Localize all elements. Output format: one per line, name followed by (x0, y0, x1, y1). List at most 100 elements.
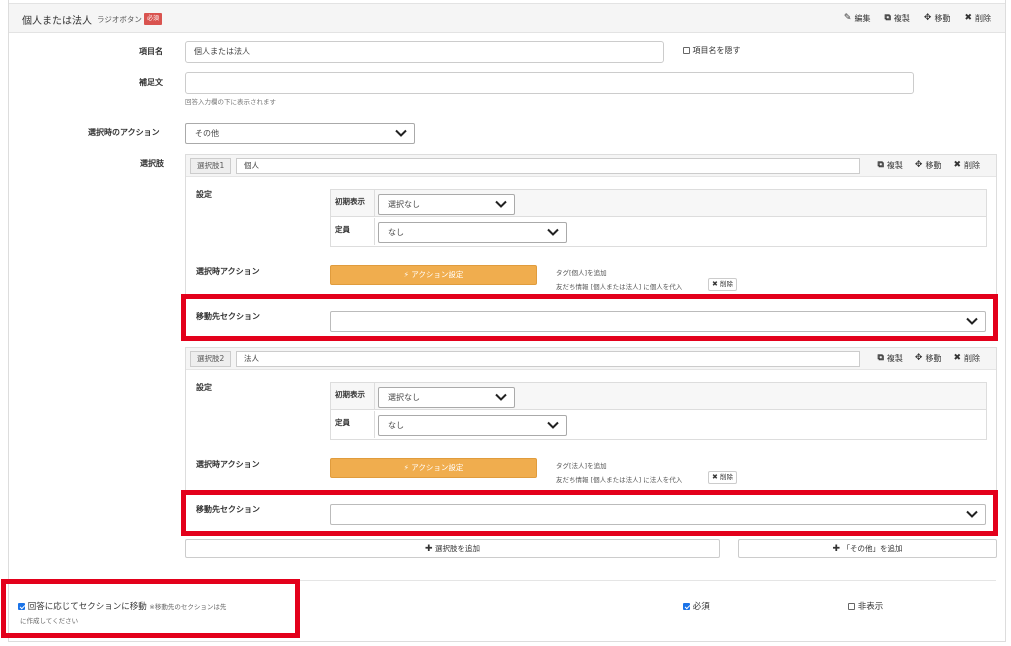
action-note-tag: タグ[個人]を追加 (556, 269, 607, 277)
choices-label: 選択肢 (140, 159, 164, 168)
chevron-down-icon (547, 228, 559, 236)
required-checkbox[interactable] (683, 603, 690, 610)
choice-delete-button[interactable]: ✖ 削除 (953, 160, 980, 171)
choice-name-input[interactable]: 法人 (236, 351, 860, 367)
close-icon: ✖ (953, 353, 961, 363)
move-icon: ✥ (923, 13, 932, 23)
supplement-input[interactable] (185, 72, 914, 94)
capacity-label: 定員 (335, 418, 350, 427)
choice-panel-2: 選択肢2 法人 ⧉ 複製 ✥ 移動 ✖ 削除 設定 初期表示 選択なし 定員 なし 選… (185, 347, 997, 533)
action-note-friend: 友だち情報 [個人または法人] に法人を代入 (556, 476, 683, 484)
bolt-icon: ⚡ (403, 463, 409, 472)
action-delete-chip[interactable]: ✖ 削除 (708, 278, 737, 291)
move-icon: ✥ (914, 353, 923, 363)
choice-actions: ⧉ 複製 ✥ 移動 ✖ 削除 (877, 160, 980, 171)
dest-section-label: 移動先セクション (196, 312, 260, 321)
plus-icon: ✚ (832, 544, 841, 554)
pencil-icon: ✎ (843, 13, 852, 23)
capacity-label: 定員 (335, 225, 350, 234)
initial-display-select[interactable]: 選択なし (378, 194, 515, 215)
jump-section-option[interactable]: 回答に応じてセクションに移動 ※移動先のセクションは先 (18, 600, 226, 612)
hide-label-checkbox[interactable] (683, 47, 690, 54)
choice-move-button[interactable]: ✥ 移動 (915, 353, 942, 364)
choice-header: 選択肢2 法人 ⧉ 複製 ✥ 移動 ✖ 削除 (186, 348, 996, 370)
card-header: 個人または法人 ラジオボタン 必須 ✎ 編集 ⧉ 複製 ✥ 移動 ✖ 削除 (9, 3, 1005, 33)
chevron-down-icon (495, 393, 507, 401)
initial-display-select[interactable]: 選択なし (378, 387, 515, 408)
grid-divider (374, 218, 375, 245)
capacity-row: 定員 なし (331, 411, 986, 438)
choice-actions: ⧉ 複製 ✥ 移動 ✖ 削除 (877, 353, 980, 364)
action-label: 選択時アクション (196, 460, 260, 469)
capacity-select[interactable]: なし (378, 222, 567, 243)
move-button[interactable]: ✥ 移動 (924, 13, 951, 24)
hide-label-option[interactable]: 項目名を隠す (683, 45, 741, 56)
grid-divider (374, 190, 375, 216)
initial-display-label: 初期表示 (335, 390, 365, 399)
grid-divider (374, 411, 375, 438)
action-settings-button[interactable]: ⚡ アクション設定 (330, 458, 537, 478)
settings-label: 設定 (196, 383, 212, 392)
delete-button[interactable]: ✖ 削除 (964, 13, 991, 24)
action-delete-chip[interactable]: ✖ 削除 (708, 471, 737, 484)
item-name-input[interactable]: 個人または法人 (185, 41, 664, 63)
copy-icon: ⧉ (877, 160, 884, 170)
action-note-tag: タグ[法人]を追加 (556, 462, 607, 470)
initial-display-row: 初期表示 選択なし (331, 383, 986, 410)
choice-name-input[interactable]: 個人 (236, 158, 860, 174)
choice-tag: 選択肢1 (190, 158, 232, 174)
capacity-select[interactable]: なし (378, 415, 567, 436)
action-note-friend: 友だち情報 [個人または法人] に個人を代入 (556, 283, 683, 291)
chevron-down-icon (966, 510, 978, 518)
settings-grid: 初期表示 選択なし 定員 なし (330, 382, 987, 440)
required-badge: 必須 (144, 13, 163, 25)
choice-header: 選択肢1 個人 ⧉ 複製 ✥ 移動 ✖ 削除 (186, 155, 996, 177)
bolt-icon: ⚡ (403, 270, 409, 279)
hidden-option[interactable]: 非表示 (848, 600, 883, 612)
action-settings-button[interactable]: ⚡ アクション設定 (330, 265, 537, 285)
initial-display-label: 初期表示 (335, 197, 365, 206)
close-icon: ✖ (712, 280, 718, 288)
capacity-row: 定員 なし (331, 218, 986, 245)
chevron-down-icon (547, 421, 559, 429)
move-icon: ✥ (914, 160, 923, 170)
dest-section-label: 移動先セクション (196, 505, 260, 514)
chevron-down-icon (495, 200, 507, 208)
add-other-button[interactable]: ✚ 「その他」を追加 (738, 539, 997, 558)
copy-icon: ⧉ (877, 353, 884, 363)
copy-icon: ⧉ (884, 13, 891, 23)
choice-tag: 選択肢2 (190, 351, 232, 367)
choice-copy-button[interactable]: ⧉ 複製 (877, 160, 902, 171)
add-choice-button[interactable]: ✚ 選択肢を追加 (185, 539, 720, 558)
header-actions: ✎ 編集 ⧉ 複製 ✥ 移動 ✖ 削除 (844, 13, 991, 24)
question-title: 個人または法人 (22, 16, 92, 27)
initial-display-row: 初期表示 選択なし (331, 190, 986, 217)
settings-grid: 初期表示 選択なし 定員 なし (330, 189, 987, 247)
dest-section-select[interactable] (330, 311, 986, 332)
jump-section-checkbox[interactable] (18, 603, 25, 610)
close-icon: ✖ (712, 473, 718, 481)
chevron-down-icon (966, 317, 978, 325)
copy-button[interactable]: ⧉ 複製 (884, 13, 909, 24)
item-name-label: 項目名 (139, 47, 163, 56)
choice-panel-1: 選択肢1 個人 ⧉ 複製 ✥ 移動 ✖ 削除 設定 初期表示 選択なし 定員 なし 選… (185, 154, 997, 340)
select-action-label: 選択時のアクション (88, 128, 160, 137)
choice-delete-button[interactable]: ✖ 削除 (953, 353, 980, 364)
close-icon: ✖ (953, 160, 961, 170)
supplement-hint: 回答入力欄の下に表示されます (185, 98, 276, 106)
jump-section-note: に作成してください (20, 617, 79, 625)
choice-move-button[interactable]: ✥ 移動 (915, 160, 942, 171)
dest-section-select[interactable] (330, 504, 986, 525)
grid-divider (374, 383, 375, 409)
plus-icon: ✚ (425, 544, 433, 554)
footer-divider (12, 580, 996, 581)
select-action-dropdown[interactable]: その他 (185, 123, 415, 144)
chevron-down-icon (395, 129, 407, 137)
hidden-checkbox[interactable] (848, 603, 855, 610)
supplement-label: 補足文 (139, 78, 163, 87)
choice-copy-button[interactable]: ⧉ 複製 (877, 353, 902, 364)
action-label: 選択時アクション (196, 267, 260, 276)
settings-label: 設定 (196, 190, 212, 199)
edit-button[interactable]: ✎ 編集 (844, 13, 871, 24)
required-option[interactable]: 必須 (683, 600, 710, 612)
